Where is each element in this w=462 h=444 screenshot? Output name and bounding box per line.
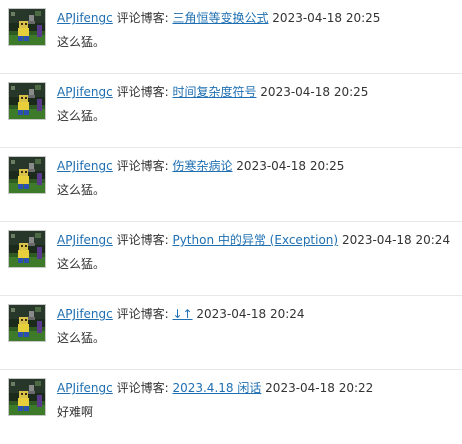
comment-item: APJifengc 评论博客: ↓↑ 2023-04-18 20:24 这么猛。 [0,296,462,370]
comment-content: 这么猛。 [57,257,106,271]
author-link[interactable]: APJifengc [57,85,113,99]
comment-time: 2023-04-18 20:25 [260,85,369,99]
comment-label: 评论博客: [116,233,169,247]
avatar[interactable] [8,8,46,46]
comment-item: APJifengc 评论博客: Python 中的异常 (Exception) … [0,222,462,296]
avatar[interactable] [8,230,46,268]
comment-label: 评论博客: [116,85,169,99]
post-title-link[interactable]: 时间复杂度符号 [172,85,256,99]
comment-content: 这么猛。 [57,35,106,49]
comment-label: 评论博客: [116,307,169,321]
comment-label: 评论博客: [116,11,169,25]
avatar-image [9,157,45,193]
comment-time: 2023-04-18 20:24 [196,307,305,321]
avatar[interactable] [8,82,46,120]
post-title-link[interactable]: Python 中的异常 (Exception) [172,233,338,247]
avatar-image [9,379,45,415]
comment-item: APJifengc 评论博客: 2023.4.18 闲话 2023-04-18 … [0,370,462,444]
avatar[interactable] [8,378,46,416]
comment-list: APJifengc 评论博客: 三角恒等变换公式 2023-04-18 20:2… [0,0,462,444]
author-link[interactable]: APJifengc [57,159,113,173]
comment-time: 2023-04-18 20:24 [341,233,451,247]
post-title-link[interactable]: 2023.4.18 闲话 [172,381,261,395]
comment-time: 2023-04-18 20:22 [265,381,374,395]
comment-content: 这么猛。 [57,183,106,197]
post-title-link[interactable]: 三角恒等变换公式 [172,11,268,25]
author-link[interactable]: APJifengc [57,233,113,247]
avatar[interactable] [8,156,46,194]
avatar-image [9,231,45,267]
comment-time: 2023-04-18 20:25 [236,159,345,173]
comment-item: APJifengc 评论博客: 时间复杂度符号 2023-04-18 20:25… [0,74,462,148]
avatar-image [9,83,45,119]
comment-meta: APJifengc 评论博客: 2023.4.18 闲话 2023-04-18 … [57,380,373,396]
avatar-image [9,305,45,341]
comment-item: APJifengc 评论博客: 伤寒杂病论 2023-04-18 20:25 这… [0,148,462,222]
comment-meta: APJifengc 评论博客: 时间复杂度符号 2023-04-18 20:25 [57,84,368,100]
comment-content: 好难啊 [57,405,94,419]
comment-meta: APJifengc 评论博客: 三角恒等变换公式 2023-04-18 20:2… [57,10,380,26]
author-link[interactable]: APJifengc [57,307,113,321]
post-title-link[interactable]: 伤寒杂病论 [172,159,232,173]
comment-meta: APJifengc 评论博客: 伤寒杂病论 2023-04-18 20:25 [57,158,344,174]
avatar[interactable] [8,304,46,342]
author-link[interactable]: APJifengc [57,11,113,25]
author-link[interactable]: APJifengc [57,381,113,395]
comment-item: APJifengc 评论博客: 三角恒等变换公式 2023-04-18 20:2… [0,0,462,74]
comment-time: 2023-04-18 20:25 [272,11,381,25]
comment-label: 评论博客: [116,381,169,395]
comment-label: 评论博客: [116,159,169,173]
comment-meta: APJifengc 评论博客: ↓↑ 2023-04-18 20:24 [57,306,305,322]
comment-meta: APJifengc 评论博客: Python 中的异常 (Exception) … [57,232,450,248]
comment-content: 这么猛。 [57,109,106,123]
comment-content: 这么猛。 [57,331,106,345]
avatar-image [9,9,45,45]
post-title-link[interactable]: ↓↑ [172,307,192,321]
